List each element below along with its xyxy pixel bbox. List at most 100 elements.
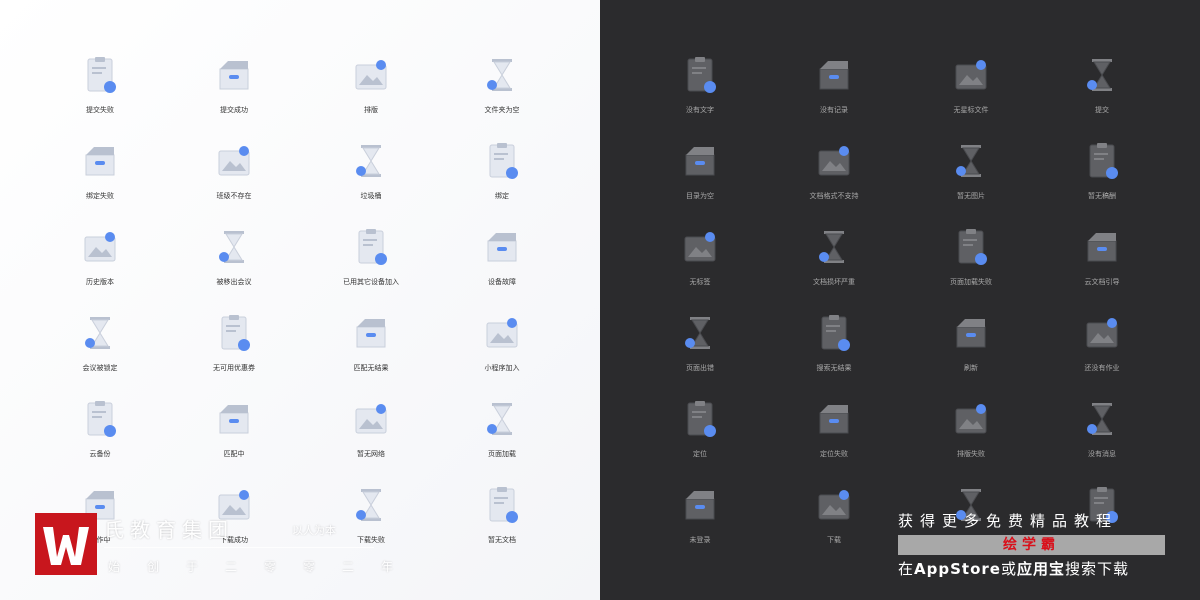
dark-panel-item: 没有记录: [764, 55, 904, 135]
dark-panel-item-label: 定位失败: [820, 450, 848, 458]
light-panel-item-label: 排版: [364, 106, 378, 114]
clipboard-submit-icon: [1087, 59, 1112, 91]
dark-panel-item-label: 暂无稿酬: [1088, 192, 1116, 200]
camera-other-device-icon: [358, 229, 387, 265]
brand-w-logo-icon: [43, 527, 89, 565]
dark-panel-item-label: 定位: [693, 450, 707, 458]
light-panel-item: 暂无文档: [432, 485, 572, 565]
document-damaged-icon: [819, 231, 844, 263]
dark-panel-item-label: 文档格式不支持: [809, 192, 859, 200]
page-load-failed-hourglass-icon: [958, 229, 987, 265]
light-panel-item-label: 提交成功: [220, 106, 248, 114]
empty-folder-icon: [487, 59, 512, 91]
light-theme-panel: 提交失败 提交成功 排版 文件夹为空 绑定失败 班级不存在 垃圾桶 绑定 历史版…: [0, 0, 600, 600]
dark-panel-item-label: 排版失败: [957, 450, 985, 458]
meeting-locked-icon: [85, 317, 110, 349]
dark-panel-item: 未登录: [630, 485, 770, 565]
ad-suffix: 搜索下载: [1064, 560, 1129, 578]
dark-panel-item: 目录为空: [630, 141, 770, 221]
exit-meeting-door-icon: [219, 231, 244, 263]
dark-panel-item: 没有消息: [1032, 399, 1172, 479]
light-panel-item: 绑定失败: [30, 141, 170, 221]
dark-panel-item: 定位: [630, 399, 770, 479]
matching-documents-icon: [219, 405, 249, 434]
no-tag-book-icon: [684, 232, 716, 262]
light-panel-item-label: 绑定失败: [86, 192, 114, 200]
clipboard-error-icon: [87, 57, 116, 93]
download-box-icon: [818, 490, 850, 520]
dark-panel-item: 下载: [764, 485, 904, 565]
dark-panel-item-label: 还没有作业: [1084, 364, 1120, 372]
light-panel-item-label: 云备份: [89, 450, 111, 458]
dark-panel-item: 云文档引导: [1032, 227, 1172, 307]
dark-panel-item: 文档损坏严重: [764, 227, 904, 307]
dark-panel-item-label: 刷新: [964, 364, 978, 372]
brand-logo: [35, 513, 97, 575]
download-failed-box-icon: [356, 489, 381, 521]
no-coupon-box-icon: [221, 315, 250, 351]
light-panel-item: 历史版本: [30, 227, 170, 307]
light-panel-item-label: 历史版本: [86, 278, 114, 286]
watermark-subtitle: 始创于二零零二年: [108, 560, 421, 574]
dark-panel-item-label: 下载: [827, 536, 841, 544]
dark-panel-item: 暂无图片: [901, 141, 1041, 221]
light-panel-item: 匹配无结果: [301, 313, 441, 393]
light-panel-item: 小程序加入: [432, 313, 572, 393]
watermark-slogan: 以人为本: [292, 524, 336, 537]
ad-brand-bar: 绘学霸: [898, 535, 1165, 555]
folder-gear-icon: [818, 146, 850, 176]
light-panel-item: 暂无网络: [301, 399, 441, 479]
dark-panel-item-label: 无星标文件: [953, 106, 989, 114]
dark-panel-item-label: 文档损坏严重: [813, 278, 855, 286]
light-panel-item: 已用其它设备加入: [301, 227, 441, 307]
light-panel-item-label: 暂无文档: [488, 536, 516, 544]
dark-panel-item: 没有文字: [630, 55, 770, 135]
light-panel-item: 提交失败: [30, 55, 170, 135]
no-document-tray-icon: [489, 487, 518, 523]
dark-panel-item-label: 未登录: [689, 536, 711, 544]
no-homework-icon: [1086, 318, 1118, 348]
location-failed-map-icon: [819, 405, 849, 434]
scroll-star-icon: [955, 60, 987, 90]
search-no-result-icon: [821, 315, 850, 351]
light-panel-item: 被移出会议: [164, 227, 304, 307]
light-panel-item: 绑定: [432, 141, 572, 221]
light-panel-item-label: 会议被锁定: [82, 364, 118, 372]
light-panel-item-label: 页面加载: [488, 450, 516, 458]
no-image-icon: [956, 145, 981, 177]
light-panel-item-label: 垃圾桶: [360, 192, 382, 200]
dark-panel-item-label: 提交: [1095, 106, 1109, 114]
cloud-doc-guide-folder-icon: [1087, 233, 1117, 262]
page-error-ufo-icon: [685, 317, 710, 349]
ad-brand-name: 绘学霸: [1003, 537, 1060, 553]
history-calendar-icon: [84, 232, 116, 262]
trash-bin-icon: [356, 145, 381, 177]
light-panel-item-label: 匹配无结果: [353, 364, 389, 372]
dark-panel-item: 暂无稿酬: [1032, 141, 1172, 221]
light-panel-item-label: 提交失败: [86, 106, 114, 114]
light-panel-item-label: 文件夹为空: [484, 106, 520, 114]
ad-prefix: 在: [898, 560, 915, 578]
dark-panel-item-label: 没有记录: [820, 106, 848, 114]
dark-panel-item: 还没有作业: [1032, 313, 1172, 393]
refresh-paint-roller-icon: [956, 319, 986, 348]
light-icon-grid: 提交失败 提交成功 排版 文件夹为空 绑定失败 班级不存在 垃圾桶 绑定 历史版…: [0, 0, 600, 600]
light-panel-item: 文件夹为空: [432, 55, 572, 135]
dark-panel-item: 页面加载失败: [901, 227, 1041, 307]
mini-program-icon: [486, 318, 518, 348]
light-panel-item-label: 设备故障: [488, 278, 516, 286]
ad-store-appstore: AppStore: [914, 560, 1001, 578]
no-manuscript-icon: [1089, 143, 1118, 179]
dark-panel-item: 无星标文件: [901, 55, 1041, 135]
fountain-pen-icon: [687, 57, 716, 93]
dark-panel-item-label: 暂无图片: [957, 192, 985, 200]
device-fault-cone-icon: [487, 233, 517, 262]
dark-panel-item-label: 无标签: [689, 278, 711, 286]
dark-panel-item-label: 页面出错: [686, 364, 714, 372]
cloud-backup-icon: [87, 401, 116, 437]
not-logged-in-icon: [685, 491, 715, 520]
watermark-title: 氏教育集团: [104, 518, 234, 542]
dark-panel-item: 搜索无结果: [764, 313, 904, 393]
dark-panel-item: 页面出错: [630, 313, 770, 393]
light-panel-item: 匹配中: [164, 399, 304, 479]
